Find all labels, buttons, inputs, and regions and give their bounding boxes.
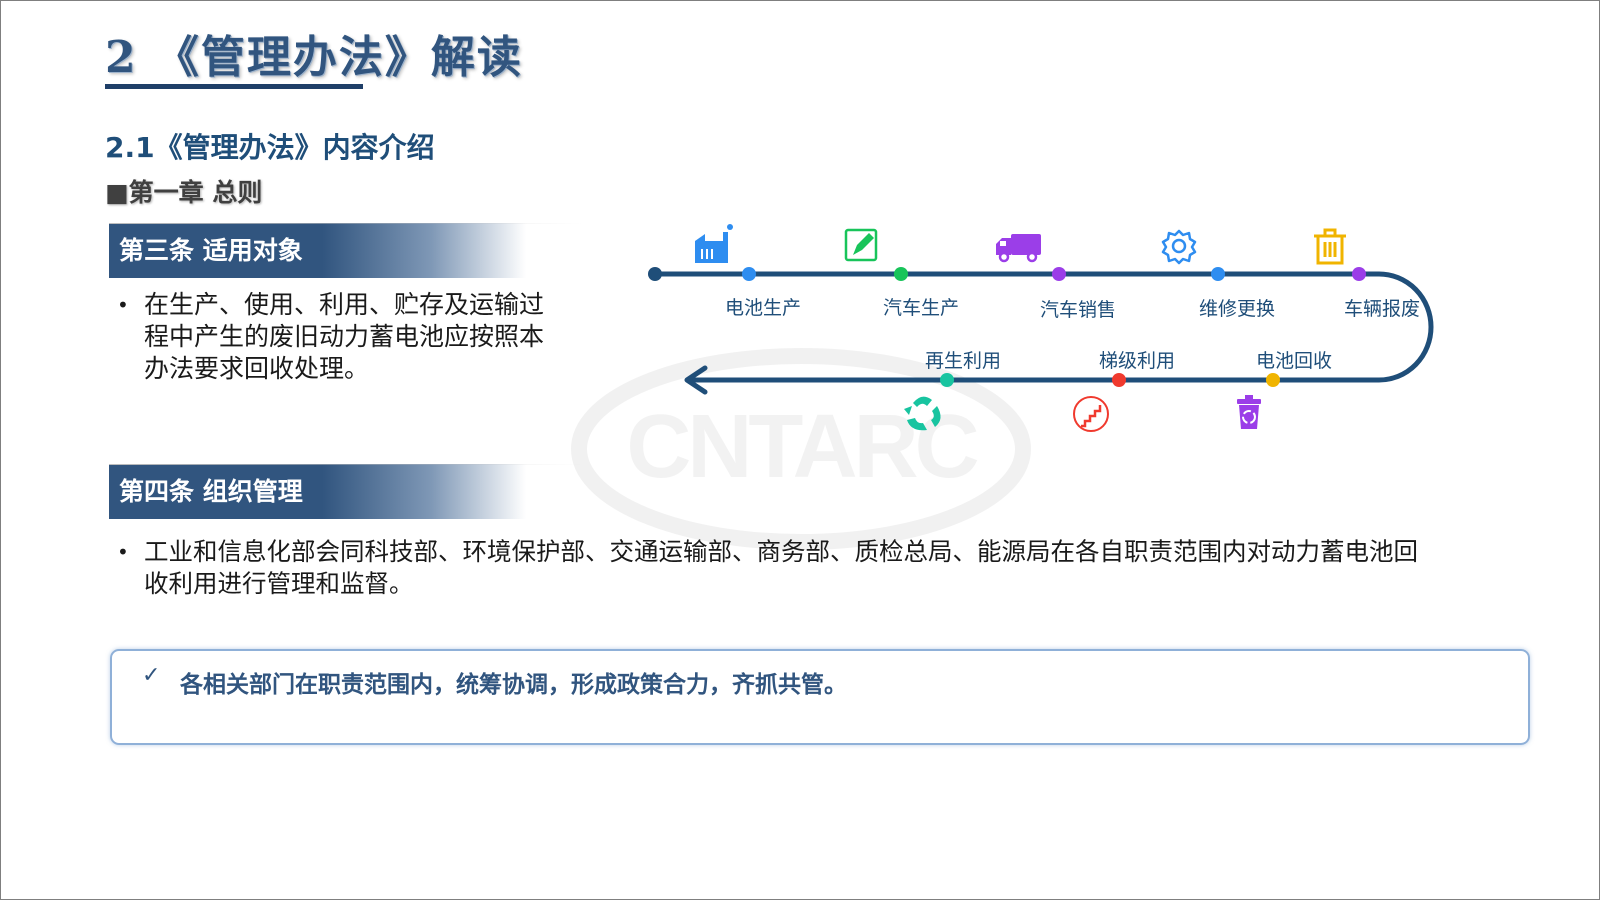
flow-dot-repair	[1211, 267, 1225, 281]
article3-line-1: 在生产、使用、利用、贮存及运输过	[144, 290, 545, 319]
article4-line-1: 工业和信息化部会同科技部、环境保护部、交通运输部、商务部、质检总局、能源局在各自…	[144, 537, 1418, 566]
article3-heading: 第三条 适用对象	[109, 223, 583, 278]
flow-dot-regeneration	[940, 373, 954, 387]
flow-label-regeneration: 再生利用	[924, 350, 1002, 372]
slide: 2 《管理办法》解读 2.1《管理办法》内容介绍 ■第一章 总则 CNTARC	[0, 0, 1600, 900]
article3-line-2: 程中产生的废旧动力蓄电池应按照本	[144, 322, 545, 351]
flow-label-vehicle-sales: 汽车销售	[1039, 299, 1117, 321]
flow-label-vehicle-production: 汽车生产	[882, 297, 960, 319]
factory-icon	[695, 224, 733, 263]
flow-dot-battery-production	[742, 267, 756, 281]
article4-bullet: • 工业和信息化部会同科技部、环境保护部、交通运输部、商务部、质检总局、能源局在…	[117, 536, 1547, 606]
recycle-bin-icon	[1237, 395, 1261, 429]
summary-note-box: ✓ 各相关部门在职责范围内，统筹协调，形成政策合力，齐抓共管。	[110, 649, 1530, 745]
bullet-symbol: •	[117, 540, 129, 564]
watermark-text: CNTARC	[626, 397, 977, 497]
flow-label-scrap: 车辆报废	[1343, 298, 1421, 320]
flow-label-repair: 维修更换	[1198, 298, 1276, 320]
flow-turn-curve	[1378, 271, 1434, 383]
flow-dot-battery-recycling	[1266, 373, 1280, 387]
truck-icon	[996, 234, 1041, 263]
article4-text: 工业和信息化部会同科技部、环境保护部、交通运输部、商务部、质检总局、能源局在各自…	[144, 536, 1418, 600]
flow-label-battery-recycling: 电池回收	[1255, 350, 1333, 372]
edit-icon	[844, 228, 878, 262]
article4-heading: 第四条 组织管理	[109, 464, 583, 519]
flow-start-dot	[648, 267, 662, 281]
article4-line-2: 收利用进行管理和监督。	[144, 569, 414, 598]
flow-dot-cascade-use	[1112, 373, 1126, 387]
flow-label-battery-production: 电池生产	[724, 297, 802, 319]
flow-dot-vehicle-production	[894, 267, 908, 281]
checkmark-icon: ✓	[142, 663, 161, 688]
article3-bullet: • 在生产、使用、利用、贮存及运输过 程中产生的废旧动力蓄电池应按照本 办法要求…	[117, 289, 587, 389]
stairs-icon	[1073, 396, 1109, 432]
article3-line-3: 办法要求回收处理。	[144, 354, 370, 383]
watermark-logo: CNTARC	[571, 348, 1031, 550]
gear-icon	[1161, 229, 1197, 265]
summary-note-text: 各相关部门在职责范围内，统筹协调，形成政策合力，齐抓共管。	[180, 671, 847, 698]
bullet-symbol: •	[117, 293, 129, 317]
flow-dot-scrap	[1352, 267, 1366, 281]
lifecycle-flow-diagram: CNTARC	[571, 224, 1434, 550]
article3-text: 在生产、使用、利用、贮存及运输过 程中产生的废旧动力蓄电池应按照本 办法要求回收…	[144, 289, 544, 385]
flow-dot-vehicle-sales	[1052, 267, 1066, 281]
flow-label-cascade-use: 梯级利用	[1098, 350, 1176, 372]
trash-icon	[1314, 228, 1346, 265]
